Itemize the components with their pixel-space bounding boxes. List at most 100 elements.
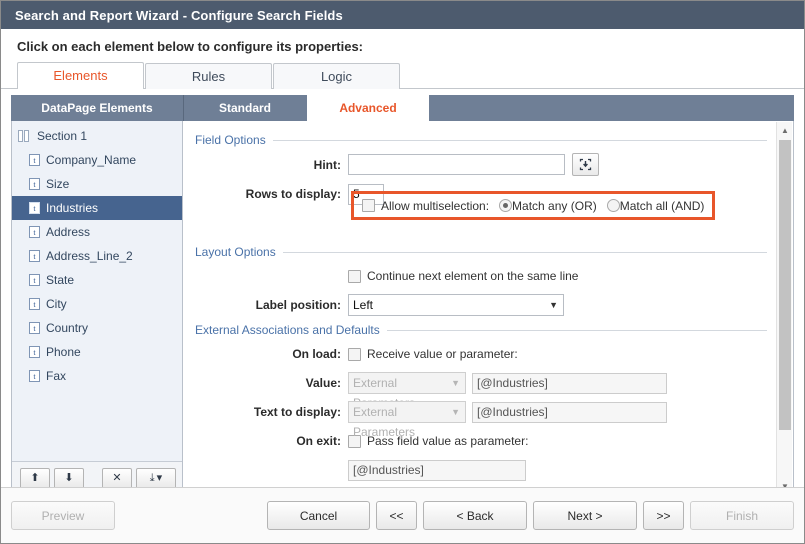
rows-to-display-label: Rows to display: (245, 187, 341, 201)
allow-multiselection-highlight: Allow multiselection: Match any (OR) Mat… (351, 191, 715, 220)
instruction-text: Click on each element below to configure… (17, 39, 364, 54)
on-exit-param-row (195, 459, 767, 481)
list-item-state[interactable]: t State (12, 268, 182, 292)
text-parameter-input[interactable] (472, 401, 667, 423)
insert-parameter-button[interactable] (572, 153, 599, 176)
arrow-up-icon: ⬆ (30, 472, 40, 484)
text-source-select[interactable]: External Parameters ▼ (348, 401, 466, 439)
on-load-row: On load: Receive value or parameter: (195, 343, 767, 365)
last-page-button-label: >> (656, 508, 671, 523)
text-field-icon: t (29, 274, 40, 286)
text-to-display-label: Text to display: (253, 405, 341, 419)
list-item-label: Address (46, 225, 91, 239)
wizard-window: Search and Report Wizard - Configure Sea… (0, 0, 805, 544)
on-exit-parameter-input[interactable] (348, 459, 526, 481)
scroll-up-arrow[interactable]: ▲ (777, 122, 793, 138)
window-titlebar: Search and Report Wizard - Configure Sea… (1, 1, 804, 29)
list-item-city[interactable]: t City (12, 292, 182, 316)
subtab-advanced-label: Advanced (339, 101, 397, 115)
list-item-label: Address_Line_2 (46, 249, 133, 263)
legend-divider (272, 139, 767, 141)
chevron-down-icon: ▼ (549, 300, 558, 310)
preview-button[interactable]: Preview (11, 501, 115, 530)
text-field-icon: t (29, 226, 40, 238)
last-page-button[interactable]: >> (643, 501, 684, 530)
list-item-label: Fax (46, 369, 67, 383)
list-item-fax[interactable]: t Fax (12, 364, 182, 388)
match-any-radio[interactable] (499, 199, 513, 212)
cancel-button-label: Cancel (299, 508, 338, 523)
wizard-footer: Preview Cancel << < Back Next > >> Finis… (1, 487, 804, 543)
subtab-advanced[interactable]: Advanced (306, 95, 429, 121)
list-item-industries[interactable]: t Industries (12, 196, 182, 220)
back-button[interactable]: < Back (423, 501, 527, 530)
list-item-label: Country (46, 321, 89, 335)
main-tab-bar: Elements Rules Logic (1, 62, 804, 90)
text-field-icon: t (29, 154, 40, 166)
label-position-select[interactable]: Left ▼ (348, 294, 564, 316)
list-item-label: Industries (46, 201, 99, 215)
first-page-button[interactable]: << (376, 501, 417, 530)
list-item-section-1[interactable]: Section 1 (12, 124, 182, 148)
finish-button[interactable]: Finish (690, 501, 794, 530)
tab-logic[interactable]: Logic (273, 63, 400, 89)
list-item-country[interactable]: t Country (12, 316, 182, 340)
match-all-radio[interactable] (606, 199, 620, 212)
list-item-company-name[interactable]: t Company_Name (12, 148, 182, 172)
field-options-legend: Field Options (195, 133, 767, 147)
external-legend-label: External Associations and Defaults (195, 323, 380, 337)
tab-elements-label: Elements (53, 68, 108, 83)
text-field-icon: t (29, 370, 40, 382)
subtab-datapage-elements[interactable]: DataPage Elements (11, 95, 183, 121)
subtab-standard-label: Standard (218, 101, 271, 115)
list-item-label: Section 1 (37, 129, 88, 143)
finish-button-label: Finish (725, 508, 758, 523)
cancel-button[interactable]: Cancel (267, 501, 370, 530)
close-icon: ✕ (112, 472, 122, 484)
hint-input[interactable] (348, 154, 565, 175)
continue-line-checkbox[interactable] (348, 269, 361, 283)
value-row: Value: External Parameters ▼ (195, 372, 767, 410)
panel-scrollbar[interactable]: ▲ ▼ (776, 122, 792, 494)
element-list: Section 1 t Company_Name t Size t Indust… (12, 121, 182, 461)
on-load-label: On load: (292, 347, 341, 361)
list-item-address-line-2[interactable]: t Address_Line_2 (12, 244, 182, 268)
external-legend: External Associations and Defaults (195, 323, 767, 337)
tab-logic-label: Logic (320, 69, 353, 84)
chevron-down-icon: ▼ (451, 378, 460, 388)
legend-divider (282, 251, 767, 253)
match-any-label: Match any (OR) (512, 198, 597, 213)
insert-parameter-icon (579, 158, 592, 171)
list-item-address[interactable]: t Address (12, 220, 182, 244)
list-item-size[interactable]: t Size (12, 172, 182, 196)
next-button[interactable]: Next > (533, 501, 637, 530)
on-load-checkbox[interactable] (348, 347, 361, 361)
chevron-down-icon: ▼ (451, 407, 460, 417)
on-exit-row: On exit: Pass field value as parameter: (195, 430, 767, 452)
elements-sidebar: Section 1 t Company_Name t Size t Indust… (11, 121, 183, 496)
properties-panel-content: Field Options Hint: Rows to display: 5 A… (183, 121, 793, 495)
text-source-value: External Parameters (353, 405, 416, 439)
subtab-filler (429, 95, 794, 121)
tab-elements[interactable]: Elements (17, 62, 144, 90)
layout-options-legend: Layout Options (195, 245, 767, 259)
list-item-label: Phone (46, 345, 81, 359)
subtab-standard[interactable]: Standard (183, 95, 306, 121)
scrollbar-thumb[interactable] (779, 140, 791, 430)
value-source-select[interactable]: External Parameters ▼ (348, 372, 466, 410)
properties-panel: Field Options Hint: Rows to display: 5 A… (183, 121, 794, 496)
match-all-label: Match all (AND) (619, 198, 705, 213)
text-field-icon: t (29, 322, 40, 334)
list-item-phone[interactable]: t Phone (12, 340, 182, 364)
on-load-checkbox-label: Receive value or parameter: (367, 347, 518, 361)
value-parameter-input[interactable] (472, 372, 667, 394)
chevron-down-icon: ▾ (156, 472, 163, 484)
label-position-value: Left (353, 298, 374, 312)
tab-rules[interactable]: Rules (145, 63, 272, 89)
allow-multiselection-checkbox[interactable] (362, 199, 375, 212)
allow-multiselection-label: Allow multiselection: (381, 198, 490, 213)
text-field-icon: t (29, 250, 40, 262)
field-options-legend-label: Field Options (195, 133, 266, 147)
list-item-label: State (46, 273, 75, 287)
label-position-label: Label position: (255, 298, 341, 312)
